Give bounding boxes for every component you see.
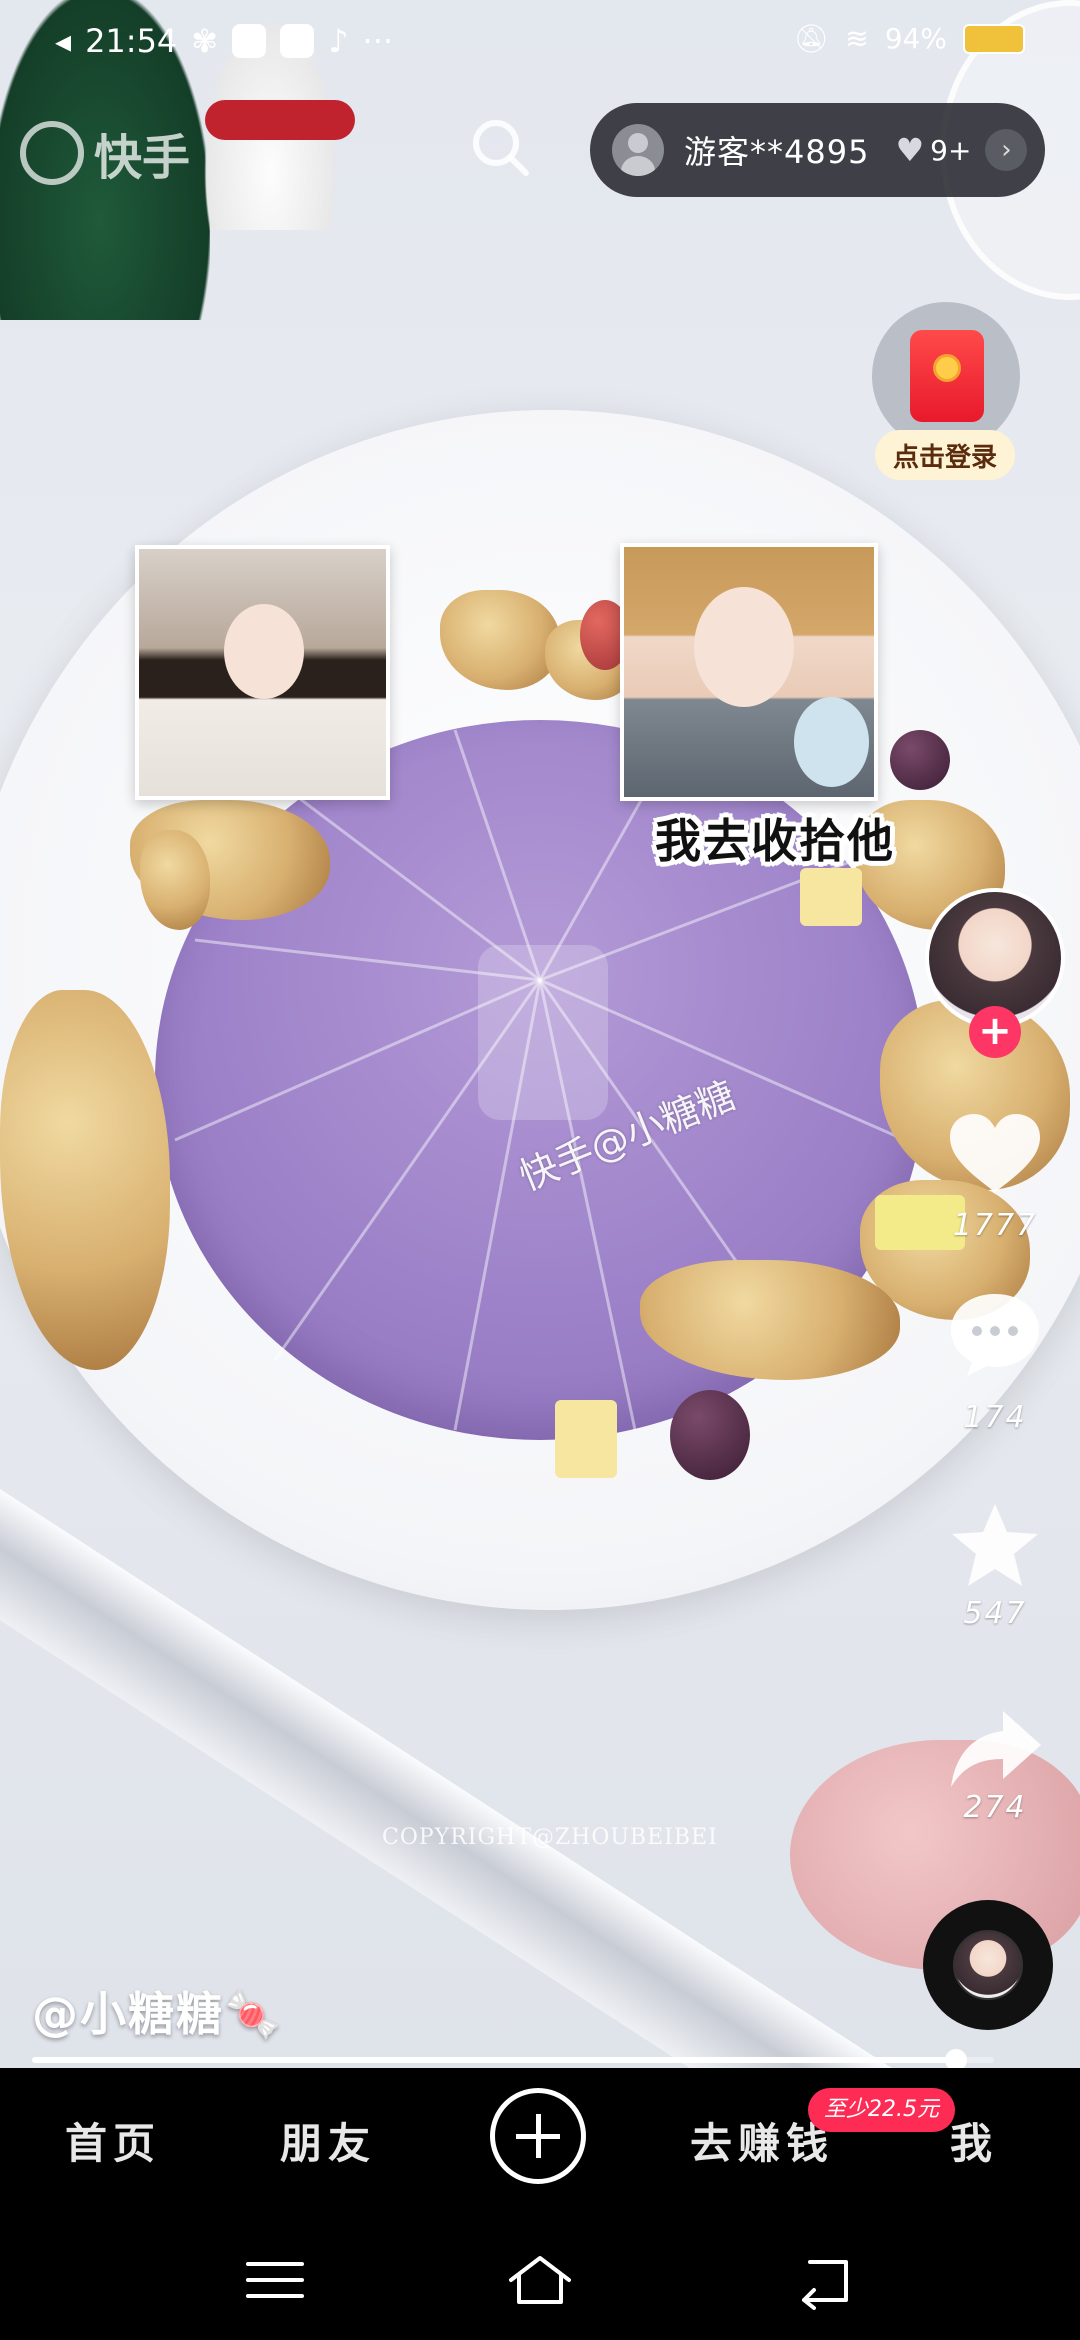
search-icon[interactable] [468,115,534,181]
music-cover [953,1930,1023,2000]
heart-icon: ♥ [895,131,925,169]
tab-home[interactable]: 首页 [65,2110,161,2171]
status-right: 🔕︎ ≋ 94% [794,22,1025,55]
battery-level: 94% [884,22,947,55]
granola-piece [0,990,170,1370]
bottom-nav: 首页 朋友 去赚钱 至少22.5元 我 [0,2068,1080,2210]
red-packet-login-button[interactable]: 点击登录 [872,302,1022,482]
guest-name: 游客**4895 [684,133,870,171]
signal-indicator-icon: ◂ [55,22,72,60]
progress-fill [32,2057,956,2063]
snowman-scarf [205,100,355,140]
pinwheel-icon: ✾ [191,22,219,60]
back-icon[interactable] [790,2250,860,2310]
star-icon[interactable] [945,1500,1045,1590]
favorite-count: 547 [963,1596,1027,1631]
mail-icon [232,24,267,58]
more-dots-icon: ··· [362,22,394,60]
share-count: 274 [963,1790,1027,1825]
tab-me[interactable]: 我 [950,2110,998,2171]
comment-icon[interactable] [945,1288,1045,1378]
clock: 21:54 [85,22,178,60]
plush-toy [794,697,869,787]
video-progress-bar[interactable] [32,2049,994,2071]
earn-badge: 至少22.5元 [808,2088,955,2132]
heart-icon[interactable] [945,1110,1045,1200]
kuaishou-watermark-icon [478,945,608,1120]
wifi-icon: ≋ [845,22,869,55]
tab-friends[interactable]: 朋友 [280,2110,376,2171]
login-badge: 点击登录 [875,430,1015,480]
menu-icon[interactable] [240,2250,310,2310]
system-navigation-bar [0,2210,1080,2340]
tiktok-icon: ♪ [328,22,349,60]
raisin [670,1390,750,1480]
kuaishou-logo-icon [20,121,84,185]
add-post-button[interactable] [490,2088,586,2184]
status-bar: ◂ 21:54 ✾ ♪ ··· 🔕︎ ≋ 94% [0,18,1080,68]
raisin [890,730,950,790]
copyright-text: COPYRIGHT@ZHOUBEIBEI [382,1825,718,1850]
notification-count: 9+ [930,133,972,167]
like-count: 1777 [952,1208,1038,1243]
face [694,587,794,707]
guest-avatar-icon [612,124,664,176]
home-icon[interactable] [505,2250,575,2310]
fruit-cube [555,1400,617,1478]
photo-sticker-boy [620,543,878,801]
snowman-icon [280,24,315,58]
face [224,604,304,699]
status-left: ◂ 21:54 ✾ ♪ ··· [55,22,393,60]
sticker-caption: 我去收拾他 [655,814,895,868]
author-caption[interactable]: @小糖糖🍬 [32,1978,283,2044]
chevron-right-icon: › [985,129,1028,171]
follow-plus-icon[interactable]: + [969,1006,1021,1058]
kuaishou-logo[interactable]: 快手 [20,118,190,188]
fruit-cube [800,868,862,926]
photo-sticker-girl [135,545,390,800]
app-name: 快手 [94,130,191,186]
music-disc-icon[interactable] [923,1900,1053,2030]
share-icon[interactable] [945,1703,1045,1793]
coin-icon [933,354,961,382]
guest-account-pill[interactable]: 游客**4895 ♥ 9+ › [590,103,1045,197]
mute-icon: 🔕︎ [793,22,830,55]
comment-count: 174 [963,1400,1027,1435]
battery-icon [963,23,1025,54]
